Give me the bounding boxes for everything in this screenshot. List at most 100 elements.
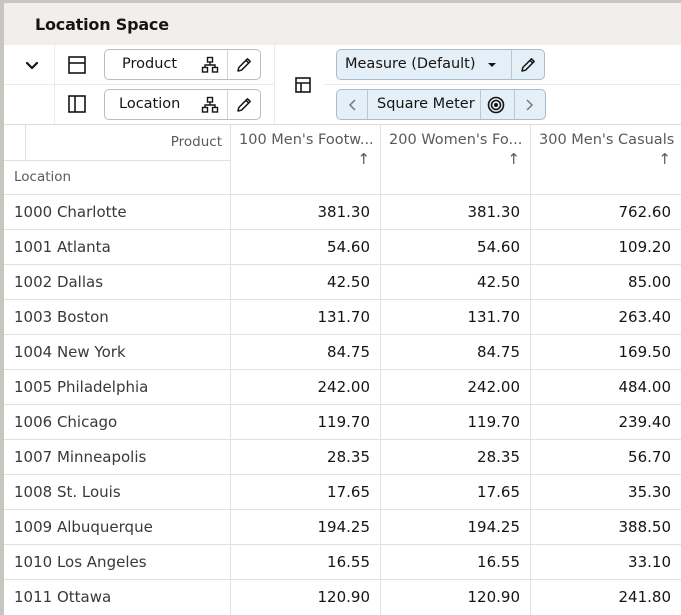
arrow-up-icon[interactable]: ↑ xyxy=(357,150,370,168)
column-header-label: 200 Women's Fo... xyxy=(389,132,523,148)
pill-separator xyxy=(480,90,481,119)
value-cell[interactable]: 762.60 xyxy=(530,195,681,230)
hierarchy-icon[interactable] xyxy=(201,96,219,114)
row-header-location[interactable]: 1001 Atlanta xyxy=(4,230,230,265)
value-cell[interactable]: 84.75 xyxy=(380,335,530,370)
pill-separator xyxy=(227,90,228,119)
arrow-up-icon[interactable]: ↑ xyxy=(658,150,671,168)
pivot-layout-icon[interactable] xyxy=(293,75,313,95)
pencil-icon[interactable] xyxy=(519,56,537,74)
value-cell[interactable]: 16.55 xyxy=(230,545,380,580)
measure-name: Square Meter xyxy=(377,96,475,112)
value-cell[interactable]: 42.50 xyxy=(230,265,380,300)
column-axis-label: Product xyxy=(170,134,222,150)
table-row: 1003 Boston 131.70 131.70 263.40 xyxy=(4,299,681,335)
value-cell[interactable]: 17.65 xyxy=(380,475,530,510)
value-cell[interactable]: 109.20 xyxy=(530,230,681,265)
value-cell[interactable]: 16.55 xyxy=(380,545,530,580)
value-cell[interactable]: 56.70 xyxy=(530,440,681,475)
value-cell[interactable]: 120.90 xyxy=(380,580,530,615)
value-cell[interactable]: 484.00 xyxy=(530,370,681,405)
row-header-location[interactable]: 1005 Philadelphia xyxy=(4,370,230,405)
value-cell[interactable]: 85.00 xyxy=(530,265,681,300)
caret-down-icon[interactable] xyxy=(486,61,498,69)
value-cell[interactable]: 131.70 xyxy=(380,300,530,335)
pencil-icon[interactable] xyxy=(235,96,253,114)
column-header-label: 100 Men's Footw... xyxy=(239,132,374,148)
pill-separator xyxy=(367,90,368,119)
layout-columns-icon[interactable] xyxy=(67,94,87,114)
pill-separator xyxy=(511,50,512,79)
value-cell[interactable]: 28.35 xyxy=(230,440,380,475)
row-header-location[interactable]: 1006 Chicago xyxy=(4,405,230,440)
row-header-location[interactable]: 1004 New York xyxy=(4,335,230,370)
value-cell[interactable]: 35.30 xyxy=(530,475,681,510)
column-header[interactable]: 200 Women's Fo... ↑ xyxy=(380,125,530,195)
product-dimension-pill[interactable]: Product xyxy=(104,49,261,80)
table-row: 1002 Dallas 42.50 42.50 85.00 xyxy=(4,264,681,300)
measure-selector[interactable]: Measure (Default) xyxy=(336,49,545,80)
arrow-up-icon[interactable]: ↑ xyxy=(507,150,520,168)
hierarchy-icon[interactable] xyxy=(201,56,219,74)
row-header-location[interactable]: 1002 Dallas xyxy=(4,265,230,300)
value-cell[interactable]: 42.50 xyxy=(380,265,530,300)
table-row: 1009 Albuquerque 194.25 194.25 388.50 xyxy=(4,509,681,545)
row-header-location[interactable]: 1003 Boston xyxy=(4,300,230,335)
value-cell[interactable]: 194.25 xyxy=(380,510,530,545)
toolbar-divider xyxy=(274,45,275,125)
row-header-location[interactable]: 1009 Albuquerque xyxy=(4,510,230,545)
value-cell[interactable]: 17.65 xyxy=(230,475,380,510)
pill-separator xyxy=(227,50,228,79)
measure-navigator[interactable]: Square Meter xyxy=(336,89,546,120)
location-dimension-pill[interactable]: Location xyxy=(104,89,261,120)
target-icon[interactable] xyxy=(487,96,505,114)
value-cell[interactable]: 263.40 xyxy=(530,300,681,335)
row-header-location[interactable]: 1000 Charlotte xyxy=(4,195,230,230)
value-cell[interactable]: 242.00 xyxy=(380,370,530,405)
value-cell[interactable]: 28.35 xyxy=(380,440,530,475)
chevron-left-icon[interactable] xyxy=(347,98,359,112)
value-cell[interactable]: 119.70 xyxy=(230,405,380,440)
location-dimension-label: Location xyxy=(119,96,181,112)
table-row: 1008 St. Louis 17.65 17.65 35.30 xyxy=(4,474,681,510)
row-header-location[interactable]: 1007 Minneapolis xyxy=(4,440,230,475)
table-row: 1007 Minneapolis 28.35 28.35 56.70 xyxy=(4,439,681,475)
value-cell[interactable]: 388.50 xyxy=(530,510,681,545)
value-cell[interactable]: 120.90 xyxy=(230,580,380,615)
value-cell[interactable]: 381.30 xyxy=(230,195,380,230)
value-cell[interactable]: 119.70 xyxy=(380,405,530,440)
value-cell[interactable]: 381.30 xyxy=(380,195,530,230)
chevron-right-icon[interactable] xyxy=(523,98,535,112)
row-header-location[interactable]: 1008 St. Louis xyxy=(4,475,230,510)
product-dimension-label: Product xyxy=(122,56,178,72)
layout-rows-icon[interactable] xyxy=(67,55,87,75)
pill-separator xyxy=(514,90,515,119)
row-axis-label: Location xyxy=(14,169,72,185)
row-header-location[interactable]: 1010 Los Angeles xyxy=(4,545,230,580)
row-header-location[interactable]: 1011 Ottawa xyxy=(4,580,230,615)
table-row: 1000 Charlotte 381.30 381.30 762.60 xyxy=(4,194,681,230)
table-row: 1004 New York 84.75 84.75 169.50 xyxy=(4,334,681,370)
column-header[interactable]: 300 Men's Casuals ↑ xyxy=(530,125,681,195)
toolbar-divider xyxy=(324,84,681,85)
value-cell[interactable]: 54.60 xyxy=(380,230,530,265)
corner-divider xyxy=(4,160,230,161)
value-cell[interactable]: 169.50 xyxy=(530,335,681,370)
value-cell[interactable]: 131.70 xyxy=(230,300,380,335)
value-cell[interactable]: 33.10 xyxy=(530,545,681,580)
value-cell[interactable]: 241.80 xyxy=(530,580,681,615)
value-cell[interactable]: 242.00 xyxy=(230,370,380,405)
value-cell[interactable]: 194.25 xyxy=(230,510,380,545)
table-row: 1011 Ottawa 120.90 120.90 241.80 xyxy=(4,579,681,615)
table-row: 1005 Philadelphia 242.00 242.00 484.00 xyxy=(4,369,681,405)
value-cell[interactable]: 54.60 xyxy=(230,230,380,265)
pencil-icon[interactable] xyxy=(235,56,253,74)
column-header[interactable]: 100 Men's Footw... ↑ xyxy=(230,125,380,195)
table-row: 1010 Los Angeles 16.55 16.55 33.10 xyxy=(4,544,681,580)
title-bar: Location Space xyxy=(4,3,681,45)
table-row: 1006 Chicago 119.70 119.70 239.40 xyxy=(4,404,681,440)
chevron-down-icon[interactable] xyxy=(22,57,42,73)
page-title: Location Space xyxy=(35,15,169,34)
value-cell[interactable]: 239.40 xyxy=(530,405,681,440)
value-cell[interactable]: 84.75 xyxy=(230,335,380,370)
